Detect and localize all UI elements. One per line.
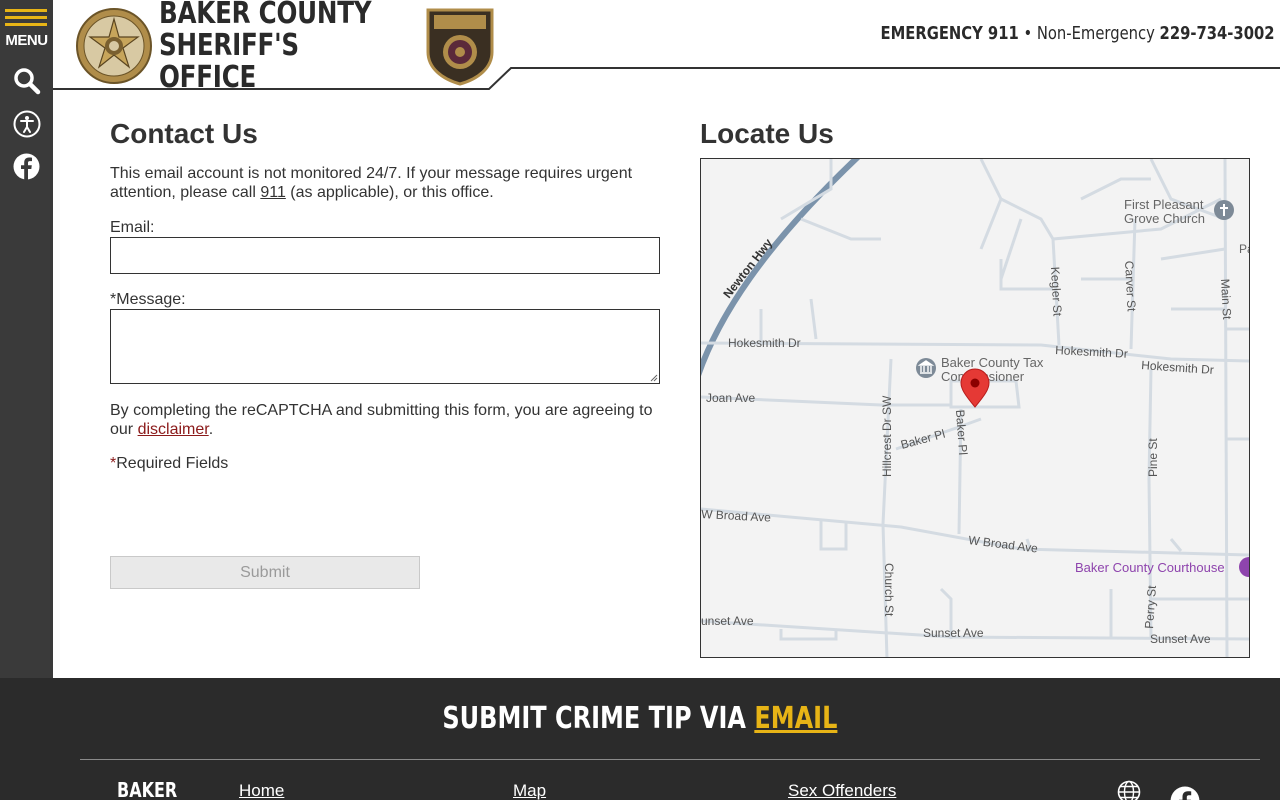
footer-facebook-icon[interactable] bbox=[1170, 786, 1200, 800]
map-label-hillcrest-dr-sw: Hillcrest Dr SW bbox=[880, 395, 894, 477]
locate-title: Locate Us bbox=[700, 118, 834, 149]
map-label-sunset-ave: Sunset Ave bbox=[923, 626, 984, 640]
map-label-joan-ave: Joan Ave bbox=[706, 391, 755, 405]
header-divider-line bbox=[53, 67, 1280, 90]
search-icon bbox=[13, 68, 40, 95]
map-label-carver-st: Carver St bbox=[1122, 260, 1139, 312]
map-label-cut: Pa bbox=[1239, 242, 1250, 256]
footer-brand: BAKER bbox=[117, 778, 178, 800]
map-label-church-st: Church St bbox=[882, 563, 896, 617]
government-building-pin-icon[interactable] bbox=[916, 358, 936, 378]
urgent-notice: This email account is not monitored 24/7… bbox=[110, 165, 633, 201]
facebook-link[interactable] bbox=[0, 146, 53, 186]
agreement-text: By completing the reCAPTCHA and submitti… bbox=[110, 402, 653, 438]
email-label: Email: bbox=[110, 219, 155, 236]
menu-label: MENU bbox=[5, 32, 48, 49]
non-emergency-label: Non-Emergency bbox=[1037, 23, 1156, 44]
contact-title: Contact Us bbox=[110, 118, 258, 149]
map-label-sunset-ave: Sunset Ave bbox=[1150, 632, 1211, 646]
map-label-grove-church: Grove Church bbox=[1124, 211, 1205, 226]
accessibility-icon bbox=[13, 110, 40, 138]
required-fields-note: *Required Fields bbox=[110, 455, 229, 472]
call-911-link[interactable]: 911 bbox=[260, 184, 286, 201]
submit-button[interactable]: Submit bbox=[110, 556, 420, 589]
search-button[interactable] bbox=[0, 62, 53, 100]
site-header: BAKER COUNTY SHERIFF'S OFFICE EMERGENCY … bbox=[53, 0, 1280, 94]
contact-separator: • bbox=[1023, 23, 1033, 44]
site-footer: SUBMIT CRIME TIP VIA EMAIL BAKER Home Ma… bbox=[0, 678, 1280, 800]
crime-tip-banner: SUBMIT CRIME TIP VIA EMAIL bbox=[442, 701, 838, 736]
disclaimer-link[interactable]: disclaimer bbox=[138, 421, 209, 438]
non-emergency-phone[interactable]: 229-734-3002 bbox=[1160, 23, 1275, 44]
email-field[interactable] bbox=[110, 237, 660, 274]
map-label-kegler-st: Kegler St bbox=[1048, 266, 1065, 317]
map-label-hokesmith-dr: Hokesmith Dr bbox=[728, 336, 801, 350]
church-pin-icon[interactable] bbox=[1214, 200, 1234, 220]
emergency-label[interactable]: EMERGENCY 911 bbox=[881, 23, 1019, 44]
map-label-tax-commissioner: Baker County Tax bbox=[941, 355, 1044, 370]
menu-button[interactable]: MENU bbox=[0, 0, 53, 62]
resize-handle-icon[interactable] bbox=[650, 374, 658, 382]
map-label-main-st: Main St bbox=[1218, 278, 1234, 320]
facebook-icon bbox=[13, 153, 40, 180]
globe-icon[interactable] bbox=[1117, 780, 1141, 800]
footer-link-sex-offenders[interactable]: Sex Offenders bbox=[788, 781, 896, 800]
hamburger-icon bbox=[5, 9, 47, 30]
map-label-courthouse: Baker County Courthouse bbox=[1075, 560, 1225, 575]
footer-link-home[interactable]: Home bbox=[239, 781, 284, 800]
message-label: *Message: bbox=[110, 291, 186, 308]
map-label-sunset-ave: unset Ave bbox=[701, 614, 754, 628]
footer-divider bbox=[80, 759, 1260, 760]
contact-bar: EMERGENCY 911 • Non-Emergency 229-734-30… bbox=[881, 23, 1275, 44]
accessibility-button[interactable] bbox=[0, 104, 53, 144]
sidebar: MENU bbox=[0, 0, 53, 678]
map-label-pine-st: Pine St bbox=[1146, 438, 1160, 477]
crime-tip-email-link[interactable]: EMAIL bbox=[754, 701, 837, 736]
map-label-first-pleasant: First Pleasant bbox=[1124, 197, 1204, 212]
message-textarea[interactable] bbox=[110, 309, 660, 384]
footer-link-map[interactable]: Map bbox=[513, 781, 546, 800]
location-map[interactable]: Newton Hwy Hokesmith Dr Hokesmith Dr Hok… bbox=[700, 158, 1250, 658]
